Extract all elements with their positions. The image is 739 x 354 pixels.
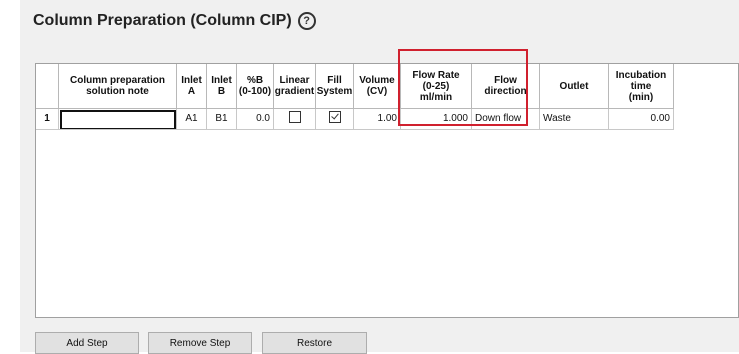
help-icon[interactable]: ? [297,12,316,30]
title-text: Column Preparation (Column CIP) [33,12,292,29]
linear-gradient-checkbox[interactable] [288,111,301,124]
page-title: Column Preparation (Column CIP)? [33,12,316,30]
header-inlet-a[interactable]: Inlet A [177,64,207,109]
header-flow-rate[interactable]: Flow Rate (0-25) ml/min [401,64,472,109]
row-number[interactable]: 1 [36,109,59,130]
header-fill-system[interactable]: Fill System [316,64,354,109]
outlet-cell[interactable]: Waste [540,109,609,130]
header-outlet[interactable]: Outlet [540,64,609,109]
volume-cell[interactable]: 1.00 [354,109,401,130]
fill-system-cell[interactable] [316,109,354,130]
inlet-b-cell[interactable]: B1 [207,109,237,130]
fill-system-checkbox[interactable] [328,111,341,124]
note-cell[interactable] [59,109,177,130]
header-incubation-time[interactable]: Incubation time (min) [609,64,674,109]
incubation-time-cell[interactable]: 0.00 [609,109,674,130]
header-linear-gradient[interactable]: Linear gradient [274,64,316,109]
percent-b-cell[interactable]: 0.0 [237,109,274,130]
header-row-number [36,64,59,109]
column-preparation-panel: Column Preparation (Column CIP)? Column … [20,0,739,354]
inlet-a-cell[interactable]: A1 [177,109,207,130]
solution-note-input[interactable] [60,110,176,129]
header-volume[interactable]: Volume (CV) [354,64,401,109]
add-step-button[interactable]: Add Step [35,332,139,354]
restore-button[interactable]: Restore [262,332,367,354]
flow-direction-cell[interactable]: Down flow [472,109,540,130]
header-inlet-b[interactable]: Inlet B [207,64,237,109]
header-percent-b[interactable]: %B (0-100) [237,64,274,109]
header-flow-direction[interactable]: Flow direction [472,64,540,109]
remove-step-button[interactable]: Remove Step [148,332,252,354]
flow-rate-cell[interactable]: 1.000 [401,109,472,130]
steps-grid: Column preparation solution note Inlet A… [35,63,739,318]
linear-gradient-cell[interactable] [274,109,316,130]
header-solution-note[interactable]: Column preparation solution note [59,64,177,109]
